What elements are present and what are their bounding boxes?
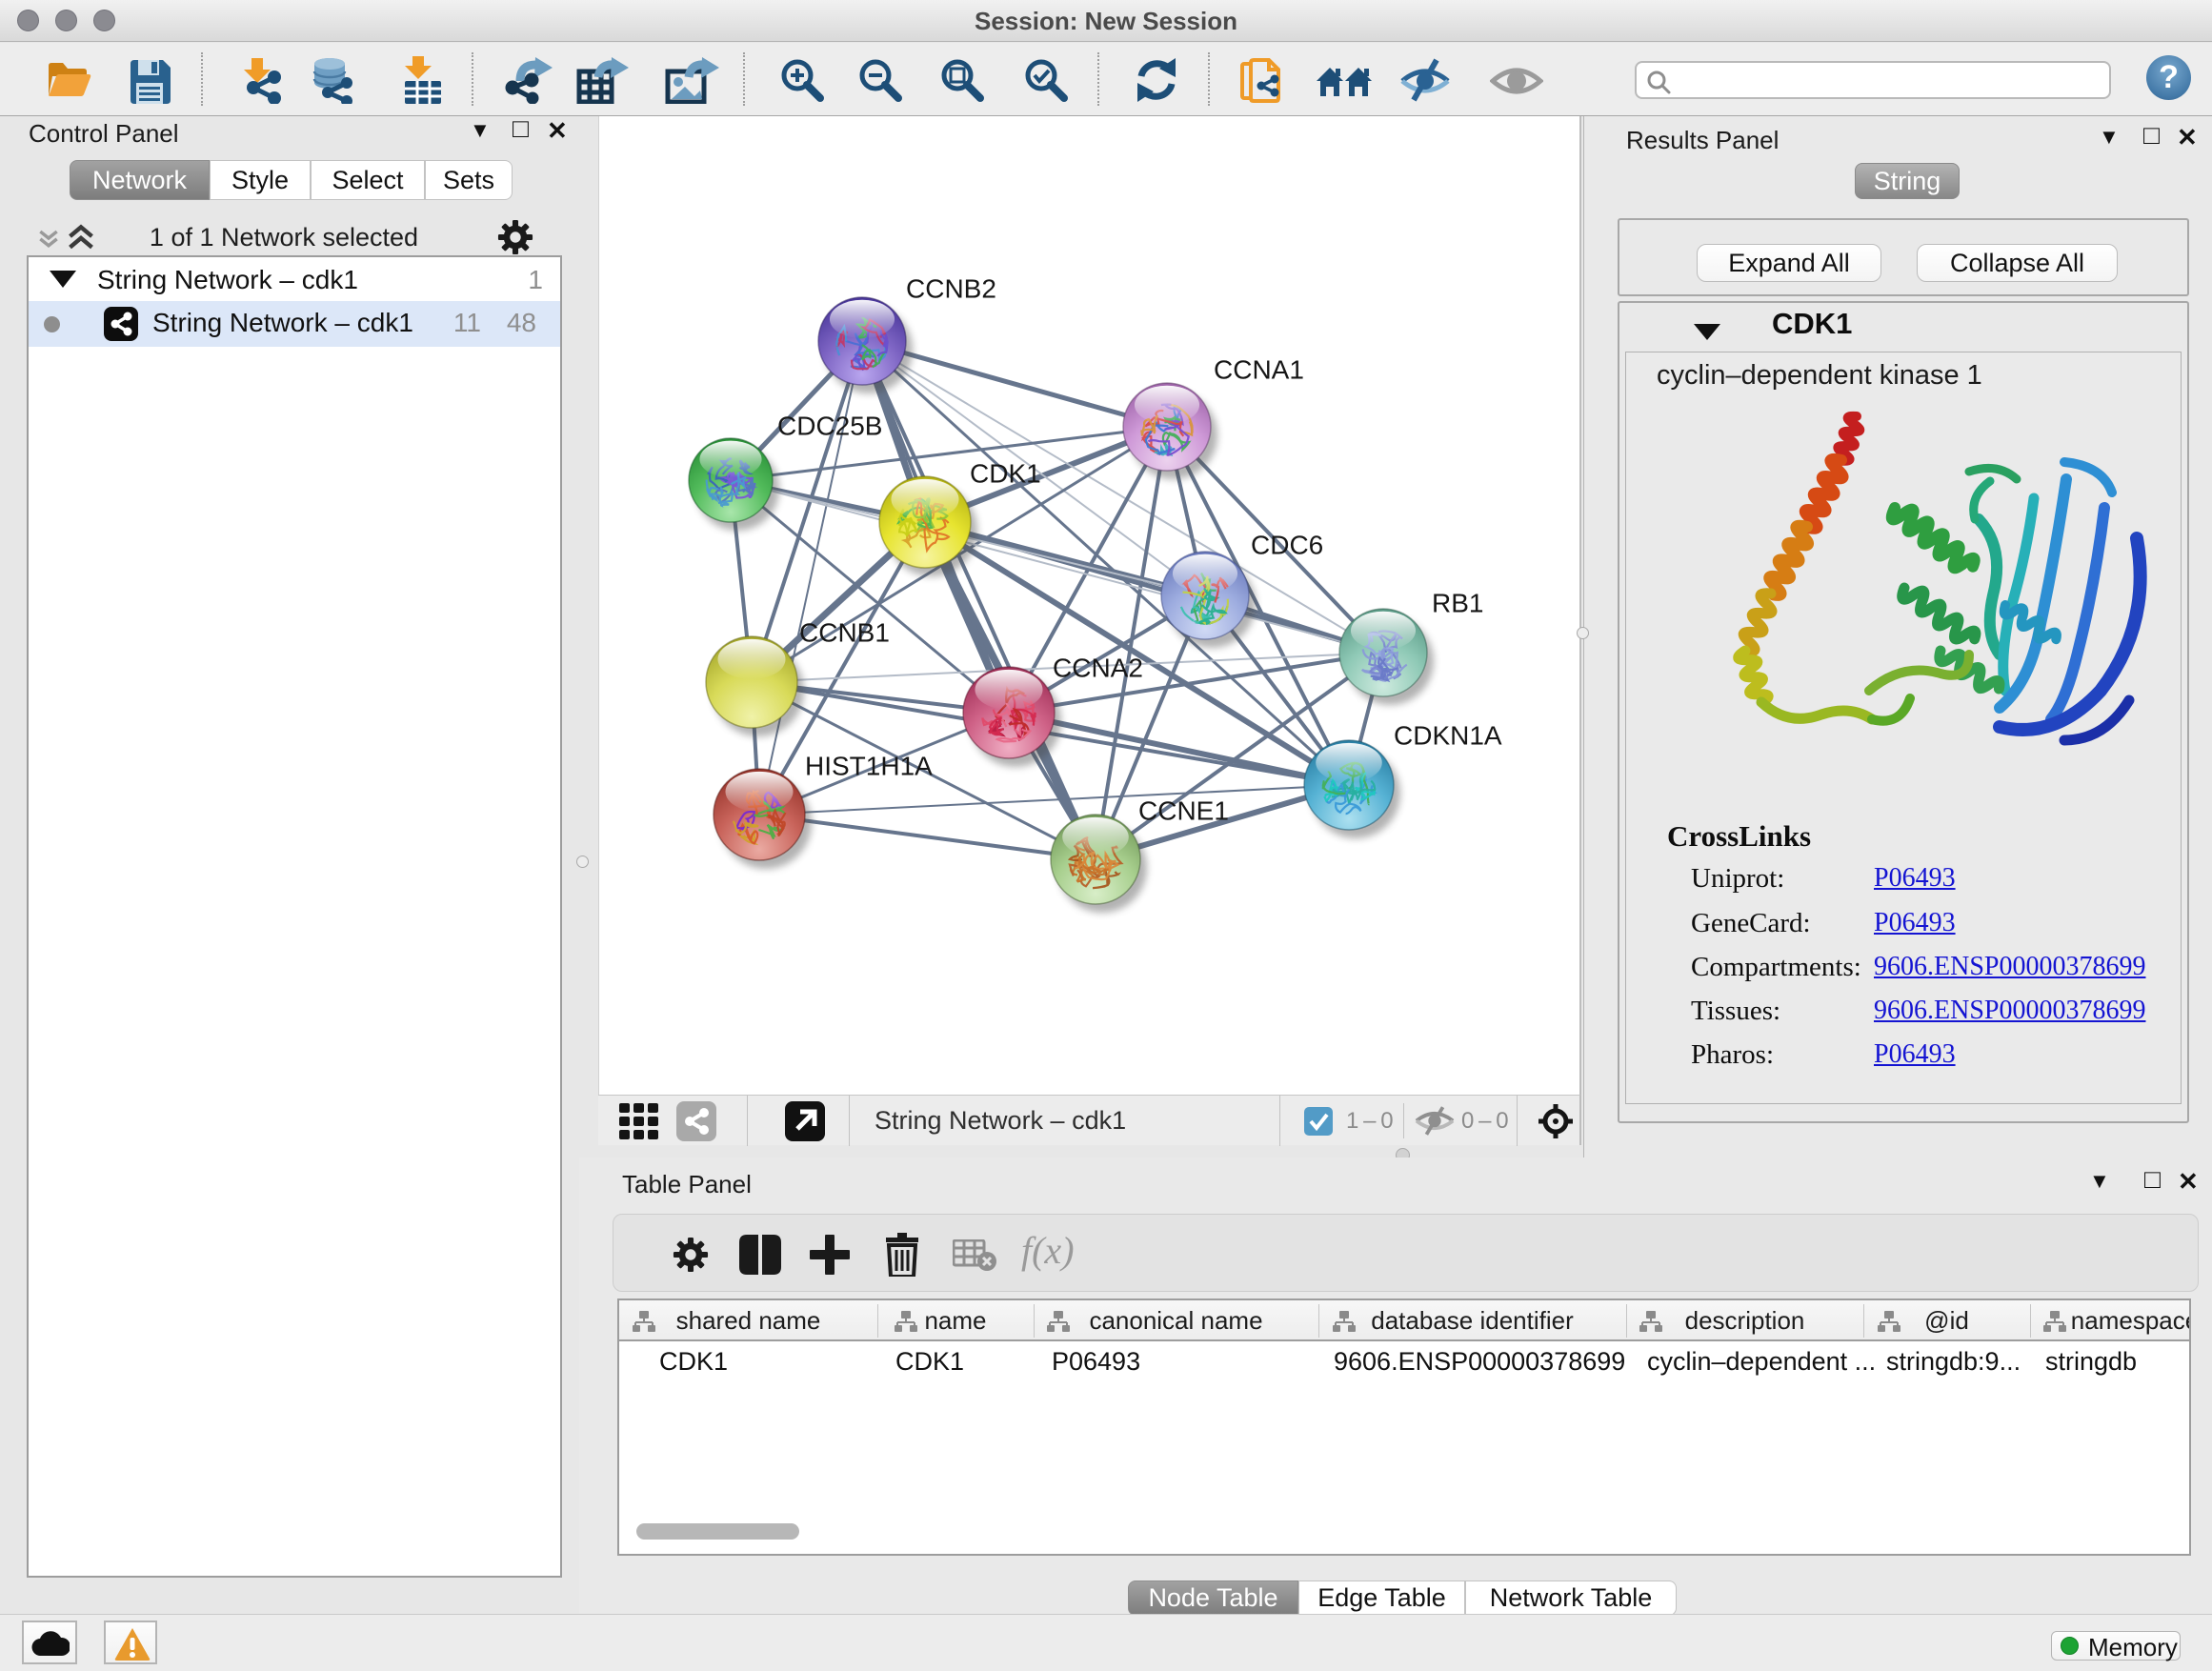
- svg-text:CDKN1A: CDKN1A: [1394, 721, 1502, 751]
- svg-text:CCNE1: CCNE1: [1138, 796, 1229, 826]
- svg-text:CDK1: CDK1: [970, 459, 1041, 489]
- svg-text:CCNB1: CCNB1: [799, 618, 890, 648]
- svg-text:HIST1H1A: HIST1H1A: [805, 752, 933, 781]
- svg-text:CCNA1: CCNA1: [1214, 355, 1304, 385]
- svg-text:CDC6: CDC6: [1251, 531, 1323, 560]
- svg-text:RB1: RB1: [1432, 589, 1483, 618]
- svg-text:CCNA2: CCNA2: [1053, 654, 1143, 683]
- svg-text:CCNB2: CCNB2: [906, 274, 996, 304]
- svg-text:CDC25B: CDC25B: [777, 412, 882, 441]
